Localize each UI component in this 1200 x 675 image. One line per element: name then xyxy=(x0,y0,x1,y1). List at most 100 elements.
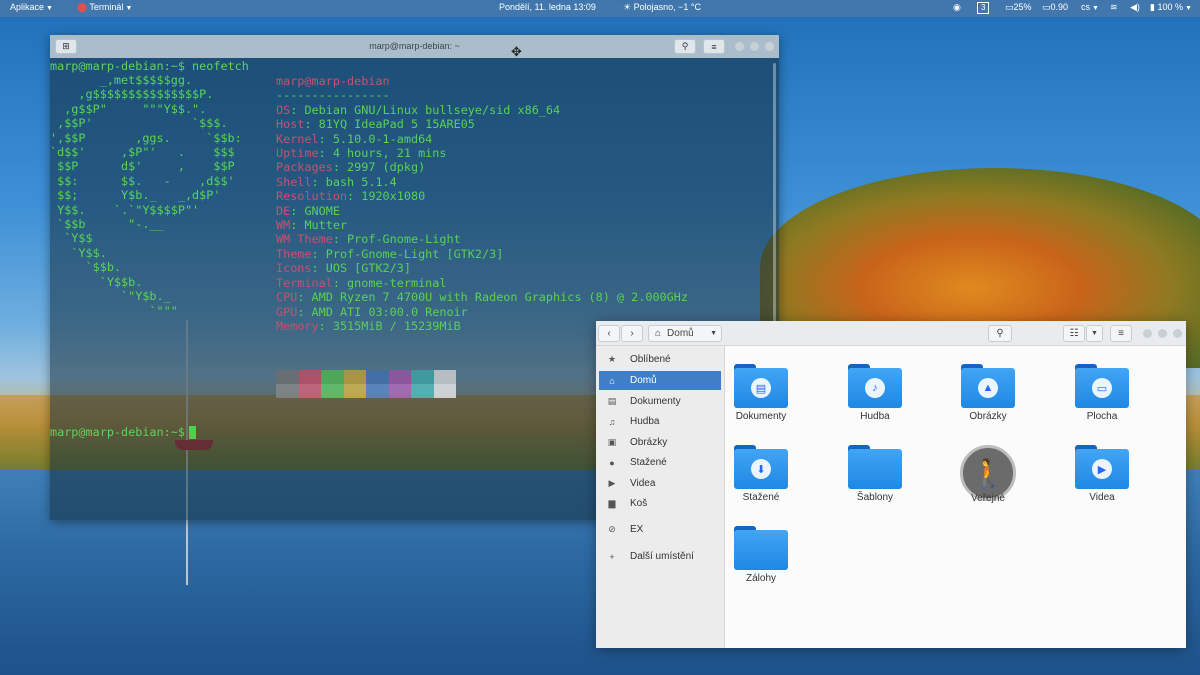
prompt-line[interactable]: marp@marp-debian:~$ xyxy=(50,425,196,439)
info-key: Memory xyxy=(276,318,319,333)
terminal-headerbar[interactable]: ⊞ marp@marp-debian: ~ ⚲ ≡ xyxy=(50,35,779,58)
maximize-button[interactable] xyxy=(750,42,759,51)
sidebar-item-document[interactable]: ▤ Dokumenty xyxy=(599,392,721,411)
folder-body xyxy=(734,530,788,570)
logo-line: `Y$$. xyxy=(50,245,107,260)
folder-item[interactable]: ▤ Dokumenty xyxy=(711,364,811,422)
sidebar-item-star[interactable]: ★ Oblíbené xyxy=(599,350,721,369)
sidebar-item-label: Stažené xyxy=(630,457,667,468)
menu-button[interactable]: ≡ xyxy=(1110,325,1132,342)
folder-item[interactable]: ♪ Hudba xyxy=(825,364,925,422)
app-menu[interactable]: ⬤ Terminál ▼ xyxy=(77,2,132,13)
folder-emblem-icon: ▶ xyxy=(1092,459,1112,479)
sidebar-item-home[interactable]: ⌂ Domů xyxy=(599,371,721,390)
sidebar-item-image[interactable]: ▣ Obrázky xyxy=(599,433,721,452)
cpu-indicator[interactable]: ▭25% xyxy=(1005,2,1032,13)
workspace-indicator[interactable]: 3 xyxy=(977,2,990,14)
chevron-down-icon: ▼ xyxy=(1091,330,1098,337)
file-manager-headerbar[interactable]: ‹ › ⌂ Domů ▼ ⚲ ☷ ▼ ≡ xyxy=(596,321,1186,346)
folder-label: Stažené xyxy=(742,492,780,503)
menu-button[interactable]: ≡ xyxy=(703,39,725,54)
info-colon: : xyxy=(311,246,326,261)
logo-line: ',$$P ,ggs. `$$b: xyxy=(50,130,242,145)
sidebar-item-video[interactable]: ▶ Videa xyxy=(599,474,721,493)
info-value: AMD Ryzen 7 4700U with Radeon Graphics (… xyxy=(311,290,688,305)
list-view-icon: ☷ xyxy=(1069,328,1079,339)
info-key: OS xyxy=(276,102,291,117)
info-key: Theme xyxy=(276,246,312,261)
folder-emblem-icon: ▭ xyxy=(1092,378,1112,398)
location-button[interactable]: ⌂ Domů ▼ xyxy=(648,325,722,342)
separator: ---------------- xyxy=(276,88,390,103)
search-button[interactable]: ⚲ xyxy=(988,325,1012,342)
info-colon: : xyxy=(332,275,348,290)
search-button[interactable]: ⚲ xyxy=(674,39,696,54)
drive-icon: ⊘ xyxy=(608,524,616,534)
folder-item[interactable]: ▶ Videa xyxy=(1052,445,1152,503)
folder-item[interactable]: Zálohy xyxy=(711,526,811,584)
folder-item[interactable]: Šablony xyxy=(825,445,925,503)
folder-grid: ▤ Dokumenty ♪ Hudba ▲ Obrázky ▭ Plocha ⬇ Stažené Š… xyxy=(725,346,1186,648)
folder-item[interactable]: ⬇ Stažené xyxy=(711,445,811,503)
sidebar-item-download[interactable]: ● Stažené xyxy=(599,453,721,472)
info-key: CPU xyxy=(276,290,298,305)
folder-label: Plocha xyxy=(1086,411,1118,422)
download-icon: ● xyxy=(609,457,615,468)
sidebar-item-plus[interactable]: + Další umístění xyxy=(599,547,721,566)
sidebar-item-music[interactable]: ♫ Hudba xyxy=(599,412,721,431)
sidebar-item-label: Oblíbené xyxy=(630,354,671,365)
applications-menu[interactable]: Aplikace ▼ xyxy=(10,2,53,12)
cpu-icon: ▭ xyxy=(1005,2,1014,12)
maximize-button[interactable] xyxy=(1158,329,1167,338)
info-value: gnome-terminal xyxy=(347,275,447,290)
sidebar-item-label: Další umístění xyxy=(630,551,694,562)
move-cursor-icon: ✥ xyxy=(511,44,522,59)
load-indicator[interactable]: ▭0.90 xyxy=(1042,2,1068,13)
info-colon: : xyxy=(304,117,319,132)
folder-icon xyxy=(734,526,788,570)
info-row: DE: GNOME xyxy=(276,204,688,218)
sidebar-item-drive[interactable]: ⊘ EX xyxy=(599,520,721,539)
chevron-down-icon: ▼ xyxy=(1185,5,1192,12)
folder-item[interactable]: ▭ Plocha xyxy=(1052,364,1152,422)
close-button[interactable] xyxy=(1173,329,1182,338)
file-manager-window[interactable]: ‹ › ⌂ Domů ▼ ⚲ ☷ ▼ ≡ ★ Oblíbené ⌂ Domů ▤ Dokume… xyxy=(596,321,1186,648)
keyboard-layout[interactable]: cs ▼ xyxy=(1081,2,1099,12)
color-swatch xyxy=(321,384,344,398)
steam-icon[interactable]: ◉ xyxy=(953,2,961,13)
logo-line: `d$$' ,$P"' . $$$ xyxy=(50,145,235,160)
sidebar-item-trash[interactable]: ▆ Koš xyxy=(599,494,721,513)
folder-label: Obrázky xyxy=(969,411,1007,422)
chevron-down-icon: ▼ xyxy=(1092,5,1099,12)
forward-button[interactable]: › xyxy=(621,325,643,342)
volume-icon[interactable]: ◀) xyxy=(1130,2,1140,13)
view-toggle-button[interactable]: ☷ xyxy=(1063,325,1085,342)
view-options-button[interactable]: ▼ xyxy=(1086,325,1103,342)
info-value: 81YQ IdeaPad 5 15ARE05 xyxy=(318,117,475,132)
clock[interactable]: Pondělí, 11. ledna 13:09 xyxy=(499,2,596,12)
close-button[interactable] xyxy=(765,42,774,51)
minimize-button[interactable] xyxy=(735,42,744,51)
minimize-button[interactable] xyxy=(1143,329,1152,338)
info-value: UOS [GTK2/3] xyxy=(325,261,411,276)
color-swatch xyxy=(411,384,434,398)
weather-indicator[interactable]: ☀ Polojasno, −1 °C xyxy=(623,2,701,13)
info-value: Debian GNU/Linux bullseye/sid x86_64 xyxy=(304,102,561,117)
folder-item[interactable]: 🚶 Veřejné xyxy=(938,445,1038,504)
monitor-icon: ▭ xyxy=(1042,2,1051,12)
info-colon: : xyxy=(297,304,312,319)
folder-label: Zálohy xyxy=(745,573,776,584)
battery-indicator[interactable]: ▮ 100 % ▼ xyxy=(1150,2,1192,13)
info-colon: : xyxy=(290,218,305,233)
folder-emblem-icon: ▲ xyxy=(978,378,998,398)
sidebar-item-label: Videa xyxy=(630,478,656,489)
info-key: Icons xyxy=(276,261,312,276)
info-key: WM Theme xyxy=(276,232,333,247)
prompt-text: marp@marp-debian:~$ xyxy=(50,425,185,439)
plus-icon: + xyxy=(609,551,615,562)
sidebar-item-label: Domů xyxy=(630,375,657,386)
document-icon: ▤ xyxy=(607,396,617,406)
wifi-icon[interactable]: ≋ xyxy=(1110,2,1118,13)
back-button[interactable]: ‹ xyxy=(598,325,620,342)
folder-item[interactable]: ▲ Obrázky xyxy=(938,364,1038,422)
